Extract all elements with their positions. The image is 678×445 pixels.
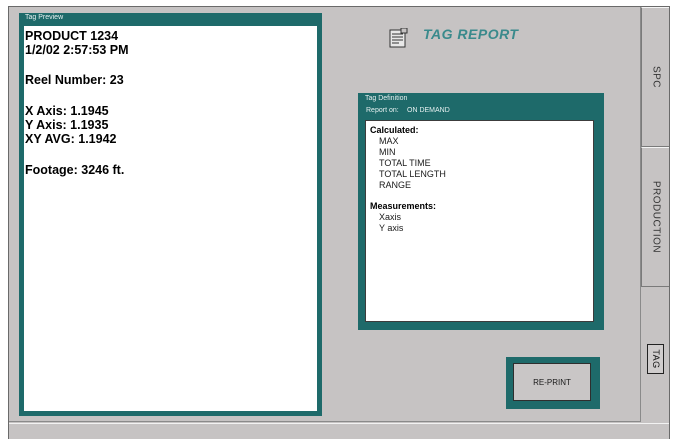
tab-production-label: PRODUCTION bbox=[650, 180, 661, 254]
list-item[interactable]: MAX bbox=[379, 136, 399, 146]
datetime-line: 1/2/02 2:57:53 PM bbox=[25, 43, 129, 57]
list-item[interactable]: MIN bbox=[379, 147, 396, 157]
xy-avg-line: XY AVG: 1.1942 bbox=[25, 132, 117, 146]
product-line: PRODUCT 1234 bbox=[25, 29, 119, 43]
tag-definition-title: Tag Definition bbox=[365, 95, 408, 102]
report-title: TAG REPORT bbox=[423, 26, 519, 42]
tag-definition-list[interactable]: Calculated: MAX MIN TOTAL TIME TOTAL LEN… bbox=[365, 120, 594, 322]
reprint-button-frame: RE-PRINT bbox=[506, 357, 600, 409]
list-item[interactable]: TOTAL LENGTH bbox=[379, 169, 446, 179]
report-on-row: Report on: ON DEMAND bbox=[363, 106, 599, 117]
tab-tag-label: TAG bbox=[650, 349, 661, 369]
tab-spc[interactable]: SPC bbox=[641, 7, 669, 147]
list-item[interactable]: Y axis bbox=[379, 223, 403, 233]
reel-number-line: Reel Number: 23 bbox=[25, 73, 124, 87]
tab-spc-label: SPC bbox=[650, 65, 661, 89]
report-icon bbox=[389, 28, 408, 48]
tab-tag[interactable]: TAG bbox=[647, 344, 664, 374]
footage-line: Footage: 3246 ft. bbox=[25, 163, 125, 177]
report-on-value[interactable]: ON DEMAND bbox=[407, 107, 450, 114]
list-item[interactable]: TOTAL TIME bbox=[379, 158, 431, 168]
tab-production[interactable]: PRODUCTION bbox=[641, 147, 669, 287]
status-bar bbox=[9, 423, 669, 439]
tag-preview-panel: Tag Preview PRODUCT 1234 1/2/02 2:57:53 … bbox=[19, 13, 322, 416]
tag-definition-panel: Tag Definition Report on: ON DEMAND Calc… bbox=[358, 93, 604, 330]
x-axis-line: X Axis: 1.1945 bbox=[25, 104, 109, 118]
list-item[interactable]: Xaxis bbox=[379, 212, 401, 222]
tag-preview-content: PRODUCT 1234 1/2/02 2:57:53 PM Reel Numb… bbox=[24, 26, 317, 411]
reprint-button[interactable]: RE-PRINT bbox=[513, 363, 591, 401]
report-on-label: Report on: bbox=[366, 107, 399, 114]
main-area: Tag Preview PRODUCT 1234 1/2/02 2:57:53 … bbox=[9, 7, 641, 422]
calculated-heading: Calculated: bbox=[370, 125, 419, 135]
y-axis-line: Y Axis: 1.1935 bbox=[25, 118, 109, 132]
list-item[interactable]: RANGE bbox=[379, 180, 411, 190]
measurements-heading: Measurements: bbox=[370, 201, 437, 211]
tag-preview-title: Tag Preview bbox=[25, 14, 64, 21]
app-window: Tag Preview PRODUCT 1234 1/2/02 2:57:53 … bbox=[8, 6, 670, 439]
